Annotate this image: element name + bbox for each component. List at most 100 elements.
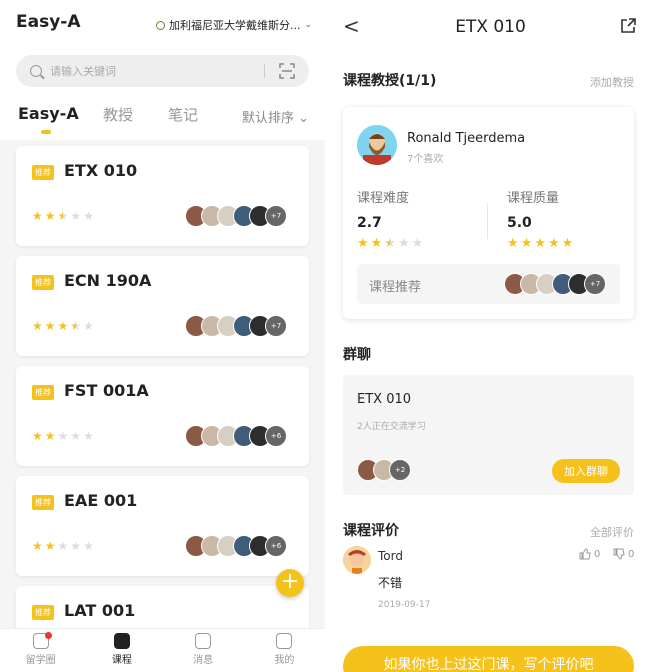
difficulty-value: 2.7 bbox=[357, 215, 382, 231]
recommend-badge: 推荐 bbox=[32, 165, 54, 180]
course-code: FST 001A bbox=[64, 381, 149, 400]
group-member-avatars: +2 bbox=[357, 459, 411, 481]
course-list-screen: Easy-A 加利福尼亚大学戴维斯分... ⌄ 请输入关键词 Easy-A 教授… bbox=[0, 0, 325, 672]
more-avatars-count: +2 bbox=[389, 459, 411, 481]
like-button[interactable]: 0 bbox=[579, 548, 600, 560]
group-chat-card[interactable]: ETX 010 2人正在交流学习 +2 加入群聊 bbox=[343, 375, 634, 495]
reviewer-avatars: +6 bbox=[185, 535, 287, 557]
share-icon[interactable] bbox=[620, 18, 636, 34]
course-code: ECN 190A bbox=[64, 271, 152, 290]
star-icon: ★ bbox=[70, 319, 82, 333]
nav-item-0[interactable]: 留学圈 bbox=[0, 629, 81, 672]
chevron-down-icon: ⌄ bbox=[304, 20, 313, 30]
star-icon: ★ bbox=[83, 209, 94, 223]
star-icon: ★ bbox=[57, 539, 69, 553]
star-icon: ★ bbox=[507, 236, 519, 251]
book-icon bbox=[113, 633, 130, 649]
star-icon: ★ bbox=[561, 236, 574, 251]
sort-label: 默认排序 bbox=[241, 111, 294, 126]
star-icon: ★ bbox=[57, 319, 69, 333]
course-list: 推荐 ETX 010 ★ ★ ★ ★ ★ +7 推荐 ECN 190A ★ ★ ★ ★ ★ +7 推荐 FST 0… bbox=[0, 140, 325, 672]
divider bbox=[487, 203, 488, 239]
notification-dot bbox=[45, 632, 52, 639]
tab-indicator bbox=[41, 130, 51, 134]
star-icon: ★ bbox=[384, 236, 396, 251]
course-rating-stars: ★ ★ ★ ★ ★ bbox=[32, 210, 94, 222]
app-title: Easy-A bbox=[16, 12, 81, 32]
course-code: LAT 001 bbox=[64, 601, 136, 620]
star-icon: ★ bbox=[44, 429, 56, 443]
star-icon: ★ bbox=[32, 539, 43, 553]
avatar[interactable] bbox=[343, 546, 371, 574]
add-button[interactable]: + bbox=[276, 569, 304, 597]
add-professor-link[interactable]: 添加教授 bbox=[590, 74, 634, 90]
course-rating-stars: ★ ★ ★ ★ ★ bbox=[32, 430, 94, 442]
reviewer-avatars: +6 bbox=[185, 425, 287, 447]
difficulty-label: 课程难度 bbox=[357, 191, 410, 206]
star-icon: ★ bbox=[83, 539, 94, 553]
star-icon: ★ bbox=[83, 319, 94, 333]
avatar bbox=[357, 125, 397, 165]
reviewer-name: Tord bbox=[378, 549, 403, 563]
course-card[interactable]: 推荐 ECN 190A ★ ★ ★ ★ ★ +7 bbox=[16, 256, 309, 356]
more-avatars-count: +7 bbox=[265, 205, 287, 227]
star-icon: ★ bbox=[44, 209, 56, 223]
course-card[interactable]: 推荐 FST 001A ★ ★ ★ ★ ★ +6 bbox=[16, 366, 309, 466]
search-input[interactable]: 请输入关键词 bbox=[16, 55, 309, 87]
difficulty-stars: ★ ★ ★ ★ ★ bbox=[357, 237, 423, 250]
location-icon bbox=[156, 20, 165, 30]
star-icon: ★ bbox=[32, 429, 43, 443]
search-divider bbox=[264, 64, 265, 78]
professor-card[interactable]: Ronald Tjeerdema 7个喜欢 课程难度 2.7 ★ ★ ★ ★ ★ 课程质… bbox=[343, 107, 634, 319]
professor-likes: 7个喜欢 bbox=[407, 154, 444, 165]
recommend-badge: 推荐 bbox=[32, 385, 54, 400]
nav-item-2[interactable]: 消息 bbox=[163, 629, 244, 672]
more-avatars-count: +6 bbox=[265, 535, 287, 557]
course-card[interactable]: 推荐 ETX 010 ★ ★ ★ ★ ★ +7 bbox=[16, 146, 309, 246]
review-text: 不错 bbox=[378, 576, 403, 590]
reviewer-avatars: +7 bbox=[185, 315, 287, 337]
course-card[interactable]: 推荐 EAE 001 ★ ★ ★ ★ ★ +6 bbox=[16, 476, 309, 576]
quality-label: 课程质量 bbox=[507, 191, 560, 206]
star-icon: ★ bbox=[547, 236, 560, 251]
review-date: 2019-09-17 bbox=[378, 600, 431, 610]
category-tabs: Easy-A 教授 笔记 默认排序 ⌄ bbox=[0, 96, 325, 140]
reviewer-avatars: +7 bbox=[185, 205, 287, 227]
sort-dropdown[interactable]: 默认排序 ⌄ bbox=[242, 107, 309, 126]
reviewer-avatar-icon bbox=[343, 546, 371, 574]
star-icon: ★ bbox=[370, 236, 383, 251]
group-subtitle: 2人正在交流学习 bbox=[357, 422, 426, 432]
scan-icon[interactable] bbox=[279, 63, 295, 79]
write-review-button[interactable]: 如果你也上过这门课，写个评价吧 bbox=[343, 646, 634, 672]
star-icon: ★ bbox=[357, 236, 369, 251]
star-icon: ★ bbox=[32, 319, 43, 333]
nav-label: 课程 bbox=[111, 655, 132, 666]
chat-icon bbox=[195, 633, 212, 649]
recommend-badge: 推荐 bbox=[32, 495, 54, 510]
nav-item-1[interactable]: 课程 bbox=[81, 629, 162, 672]
tab-professors[interactable]: 教授 bbox=[103, 104, 133, 125]
star-icon: ★ bbox=[534, 236, 546, 251]
course-recommend-row[interactable]: 课程推荐 +7 bbox=[357, 264, 620, 304]
tab-easy-a[interactable]: Easy-A bbox=[18, 104, 79, 123]
university-name: 加利福尼亚大学戴维斯分... bbox=[169, 19, 301, 32]
group-name: ETX 010 bbox=[357, 392, 412, 407]
university-selector[interactable]: 加利福尼亚大学戴维斯分... ⌄ bbox=[156, 17, 312, 33]
nav-item-3[interactable]: 我的 bbox=[244, 629, 325, 672]
course-detail-screen: < ETX 010 课程教授(1/1) 添加教授 Ronald Tjeerdem… bbox=[331, 0, 650, 672]
left-header: Easy-A 加利福尼亚大学戴维斯分... ⌄ bbox=[0, 0, 325, 50]
star-icon: ★ bbox=[70, 429, 82, 443]
quality-stars: ★ ★ ★ ★ ★ bbox=[507, 237, 573, 250]
star-icon: ★ bbox=[397, 236, 410, 251]
search-placeholder: 请输入关键词 bbox=[50, 65, 116, 78]
all-reviews-link[interactable]: 全部评价 bbox=[590, 524, 634, 540]
group-section-title: 群聊 bbox=[343, 347, 371, 363]
dislike-button[interactable]: 0 bbox=[613, 548, 634, 560]
tab-notes[interactable]: 笔记 bbox=[168, 104, 198, 125]
star-icon: ★ bbox=[57, 429, 69, 443]
search-icon bbox=[30, 65, 42, 77]
star-icon: ★ bbox=[70, 209, 82, 223]
star-icon: ★ bbox=[411, 236, 424, 251]
join-group-button[interactable]: 加入群聊 bbox=[552, 459, 620, 483]
more-avatars-count: +7 bbox=[265, 315, 287, 337]
